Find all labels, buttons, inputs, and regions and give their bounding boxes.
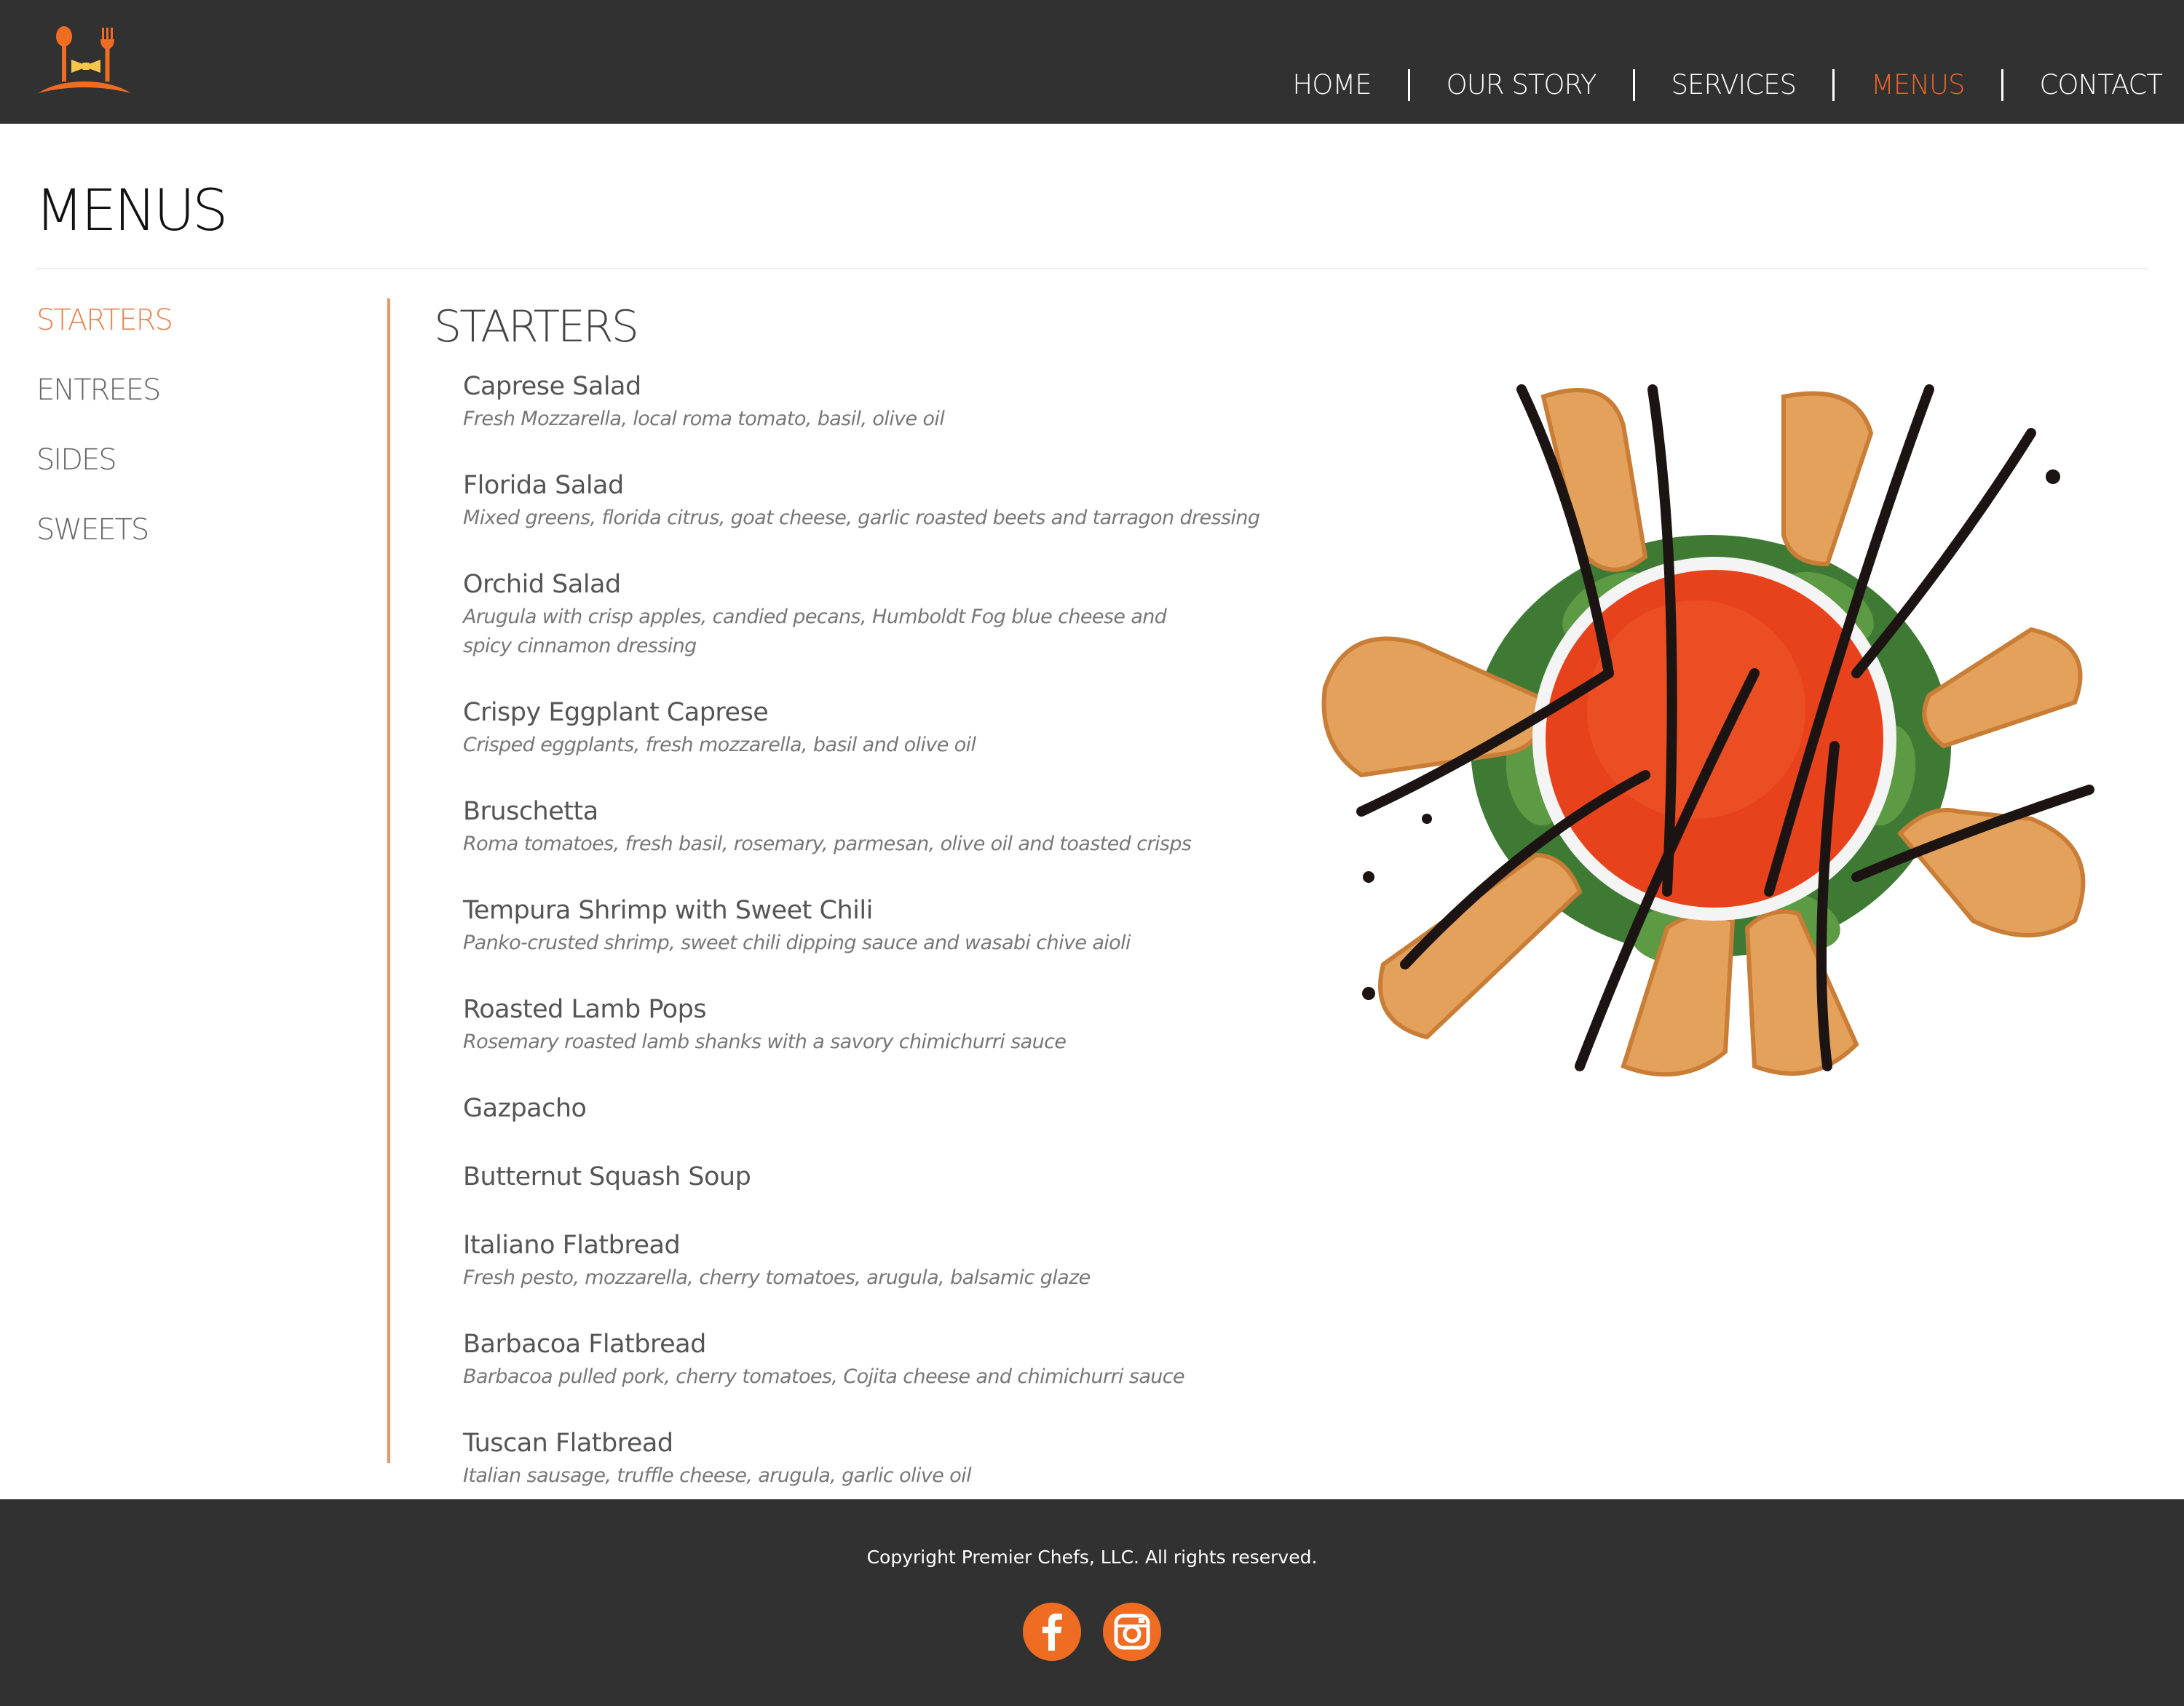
menu-item-name: Italiano Flatbread (463, 1231, 681, 1260)
menu-item: Crispy Eggplant Caprese Crisped eggplant… (463, 694, 1264, 760)
logo-icon[interactable] (35, 26, 134, 98)
menu-item: Italiano Flatbread Fresh pesto, mozzarel… (463, 1227, 1264, 1293)
nav-contact[interactable]: CONTACT (2003, 64, 2163, 106)
menu-item-description: Fresh Mozzarella, local roma tomato, bas… (463, 408, 945, 430)
menu-item-description: Panko-crusted shrimp, sweet chili dippin… (463, 932, 1131, 954)
menu-item-name: Barbacoa Flatbread (463, 1330, 706, 1359)
starter-platter-image (1303, 368, 2111, 1088)
menu-item-description: Italian sausage, truffle cheese, arugula… (463, 1464, 972, 1487)
menu-item: Gazpacho (463, 1090, 1264, 1127)
menu-item: Florida Salad Mixed greens, florida citr… (463, 467, 1264, 533)
menu-item: Tempura Shrimp with Sweet Chili Panko-cr… (463, 892, 1264, 958)
sidebar-item-starters[interactable]: STARTERS (36, 300, 173, 370)
nav-home[interactable]: HOME (1256, 64, 1407, 106)
sidebar-divider (387, 298, 390, 1463)
section-title: STARTERS (434, 301, 639, 352)
nav-menus[interactable]: MENUS (1835, 64, 2001, 106)
menu-item-name: Gazpacho (463, 1094, 587, 1123)
menu-item-description: Crisped eggplants, fresh mozzarella, bas… (463, 734, 976, 756)
menu-item: Caprese Salad Fresh Mozzarella, local ro… (463, 368, 1264, 434)
menu-item-name: Crispy Eggplant Caprese (463, 698, 769, 727)
menu-item-description: Fresh pesto, mozzarella, cherry tomatoes… (463, 1266, 1091, 1289)
menu-item-description: Roma tomatoes, fresh basil, rosemary, pa… (463, 833, 1192, 855)
nav-services[interactable]: SERVICES (1635, 64, 1832, 106)
menu-item-name: Tuscan Flatbread (463, 1429, 673, 1458)
sidebar-item-sides[interactable]: SIDES (36, 440, 172, 509)
title-divider (36, 268, 2148, 269)
menu-item-description: Rosemary roasted lamb shanks with a savo… (463, 1031, 1067, 1053)
copyright-text: Copyright Premier Chefs, LLC. All rights… (866, 1547, 1318, 1568)
nav-our-story[interactable]: OUR STORY (1410, 64, 1633, 106)
menu-item-name: Tempura Shrimp with Sweet Chili (463, 896, 873, 925)
page-title: MENUS (35, 178, 229, 244)
site-header: HOME OUR STORY SERVICES MENUS CONTACT (0, 0, 2184, 124)
menu-item: Roasted Lamb Pops Rosemary roasted lamb … (463, 991, 1264, 1057)
menu-item-name: Roasted Lamb Pops (463, 995, 707, 1024)
instagram-icon[interactable] (1103, 1603, 1161, 1661)
menu-item: Tuscan Flatbread Italian sausage, truffl… (463, 1425, 1264, 1491)
menu-item: Bruschetta Roma tomatoes, fresh basil, r… (463, 793, 1264, 859)
menu-item-list: Caprese Salad Fresh Mozzarella, local ro… (463, 368, 1264, 1524)
menu-category-sidebar: STARTERS ENTREES SIDES SWEETS (36, 300, 173, 579)
menu-item-name: Orchid Salad (463, 570, 621, 599)
menu-item: Butternut Squash Soup (463, 1159, 1264, 1195)
main-nav: HOME OUR STORY SERVICES MENUS CONTACT (1256, 64, 2163, 106)
social-links (1023, 1603, 1161, 1661)
menu-item-description: Mixed greens, florida citrus, goat chees… (463, 507, 1260, 529)
menu-item: Barbacoa Flatbread Barbacoa pulled pork,… (463, 1326, 1264, 1392)
menu-item-description: Arugula with crisp apples, candied pecan… (463, 606, 1167, 657)
sidebar-item-entrees[interactable]: ENTREES (36, 370, 172, 440)
sidebar-item-sweets[interactable]: SWEETS (36, 509, 172, 579)
menu-item-name: Bruschetta (463, 797, 598, 826)
menu-item: Orchid Salad Arugula with crisp apples, … (463, 566, 1264, 661)
menu-item-description: Barbacoa pulled pork, cherry tomatoes, C… (463, 1365, 1185, 1388)
menu-item-name: Butternut Squash Soup (463, 1162, 751, 1191)
facebook-icon[interactable] (1023, 1603, 1081, 1661)
menu-item-name: Florida Salad (463, 471, 624, 500)
site-footer: Copyright Premier Chefs, LLC. All rights… (0, 1499, 2184, 1706)
menu-item-name: Caprese Salad (463, 372, 641, 401)
